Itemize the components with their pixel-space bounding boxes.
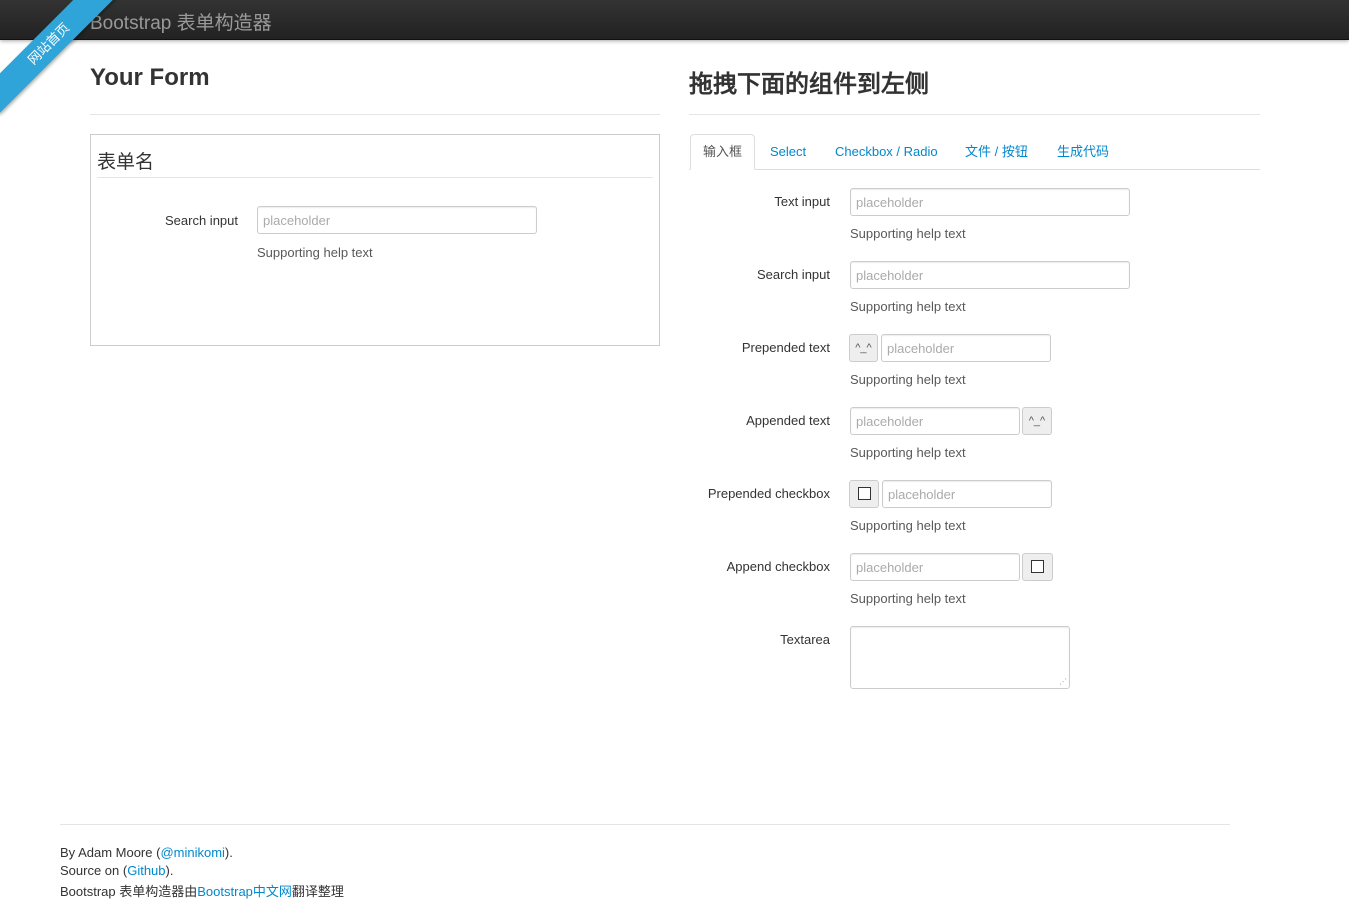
prepended-checkbox-input[interactable] [882,480,1052,508]
search-input-component[interactable] [850,261,1130,289]
textarea-component[interactable]: ⋰ [850,626,1070,689]
append-checkbox-label: Append checkbox [726,559,830,574]
footer-translation-suffix: 翻译整理 [291,884,344,899]
append-checkbox-input[interactable] [850,553,1020,581]
components-title: 拖拽下面的组件到左侧 [689,71,929,98]
form-search-input[interactable] [257,206,537,234]
tab-generate-code[interactable]: 生成代码 [1045,134,1121,170]
legend-divider [97,177,653,178]
append-checkbox-addon [1022,553,1053,581]
resize-grip-icon[interactable]: ⋰ [1059,678,1067,686]
search-input-component-label: Search input [757,267,830,282]
prepended-text-label: Prepended text [741,340,830,355]
search-help-text: Supporting help text [257,245,373,260]
tab-checkbox-radio[interactable]: Checkbox / Radio [823,134,950,170]
tab-select[interactable]: Select [758,134,818,170]
footer-source-text: Source on ( [60,863,128,878]
prepended-text-input[interactable] [881,334,1051,362]
footer-divider [60,824,1230,825]
top-navbar: Bootstrap 表单构造器 [0,0,1349,40]
text-input-component[interactable] [850,188,1130,216]
ribbon-container: 网站首页 [0,0,130,130]
right-divider [689,114,1260,115]
author-twitter-link[interactable]: @minikomi [160,845,224,860]
form-drop-area[interactable]: 表单名 Search input Supporting help text [90,134,660,346]
footer-translation-text: Bootstrap 表单构造器由 [60,884,198,899]
append-addon: ^_^ [1022,407,1052,435]
append-checkbox-help: Supporting help text [850,591,966,606]
prepended-checkbox-help: Supporting help text [850,518,966,533]
tab-input[interactable]: 输入框 [690,134,756,170]
tab-file-button[interactable]: 文件 / 按钮 [953,134,1040,170]
append-checkbox[interactable] [1031,559,1044,573]
bootcss-link[interactable]: Bootstrap中文网 [197,884,292,899]
footer-source-suffix: ). [165,863,174,878]
text-input-help: Supporting help text [850,226,966,241]
footer-author-suffix: ). [224,845,233,860]
search-input-component-help: Supporting help text [850,299,966,314]
github-link[interactable]: Github [127,863,165,878]
appended-text-input[interactable] [850,407,1020,435]
search-input-label: Search input [165,213,238,228]
textarea-label: Textarea [780,632,830,647]
prepend-addon: ^_^ [849,334,878,362]
footer-source-line: Source on (Github). [60,863,173,878]
text-input-label: Text input [774,194,830,209]
home-ribbon-link[interactable]: 网站首页 [0,0,120,115]
form-legend[interactable]: 表单名 [97,147,154,174]
prepend-checkbox[interactable] [857,486,871,500]
prepended-checkbox-label: Prepended checkbox [707,486,830,501]
footer-author-line: By Adam Moore (@minikomi). [60,845,233,860]
appended-text-label: Appended text [746,413,830,428]
appended-text-help: Supporting help text [850,445,966,460]
prepended-text-help: Supporting help text [850,372,966,387]
left-divider [90,114,660,115]
footer-translation-line: Bootstrap 表单构造器由Bootstrap中文网翻译整理 [60,881,344,900]
prepend-checkbox-addon [849,480,879,508]
footer-author-text: By Adam Moore ( [60,845,161,860]
